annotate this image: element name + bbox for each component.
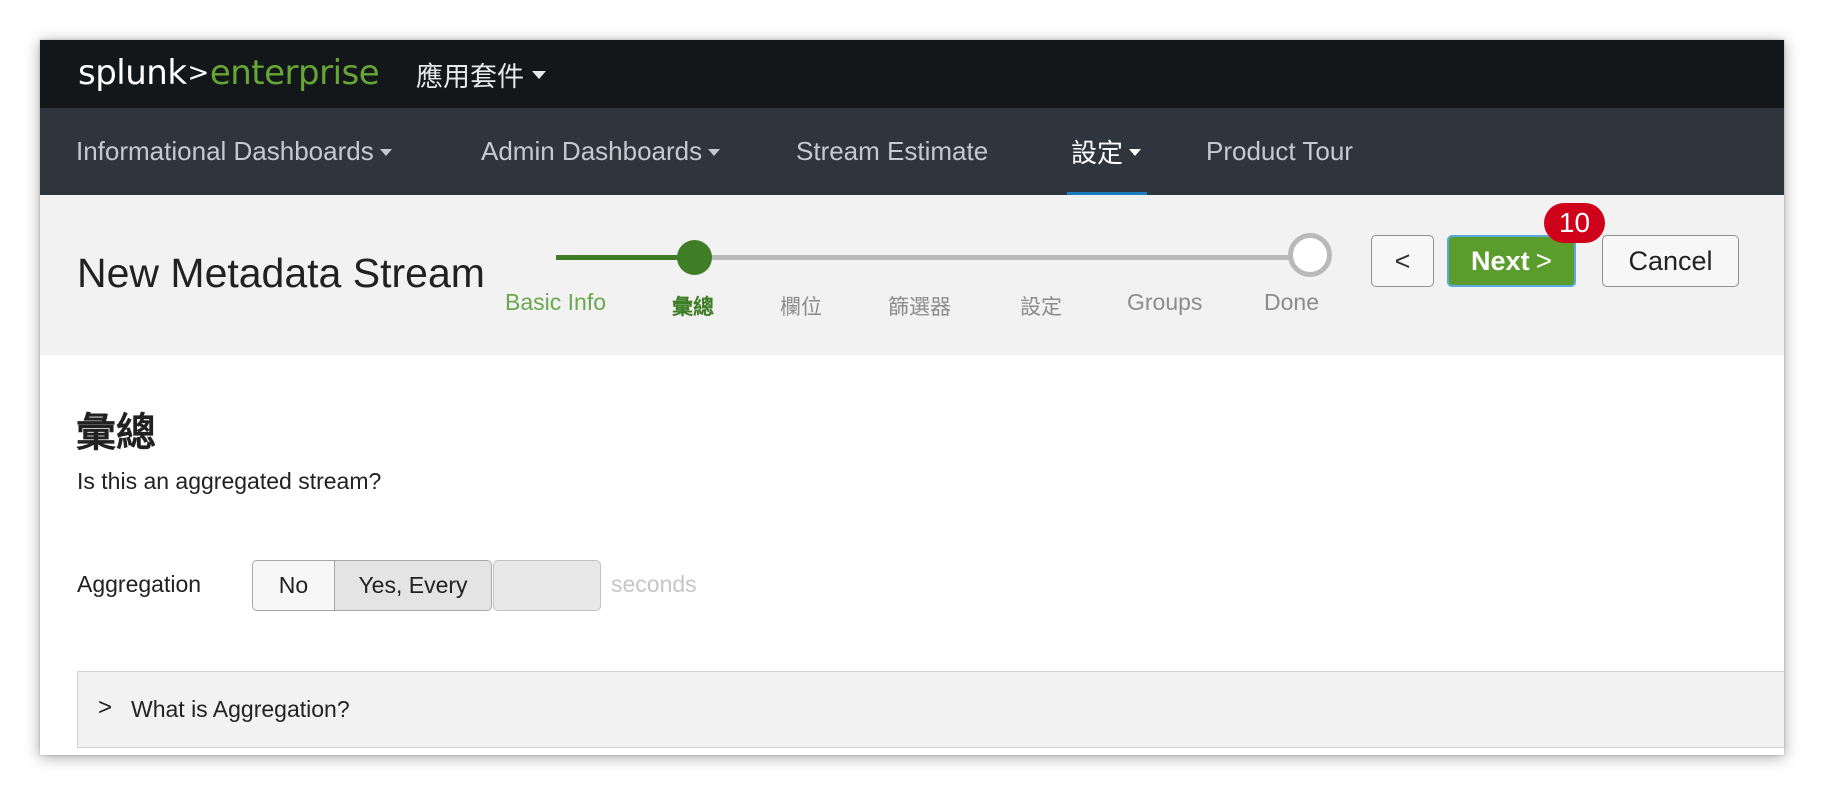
splunk-logo[interactable]: splunk>enterprise (78, 51, 380, 98)
page-title: New Metadata Stream (77, 250, 485, 296)
logo-chevron: > (187, 58, 210, 88)
seconds-input[interactable] (493, 560, 601, 611)
apps-menu[interactable]: 應用套件 (416, 40, 546, 108)
accordion-label: What is Aggregation? (131, 696, 350, 722)
seconds-unit-label: seconds (611, 571, 697, 597)
nav-item-label: Stream Estimate (796, 136, 989, 166)
aggregation-yes-option[interactable]: Yes, Every (334, 560, 492, 611)
aggregation-no-option[interactable]: No (252, 560, 335, 611)
step-progress-remaining (706, 255, 1318, 260)
step-aggregation[interactable]: 彙總 (672, 291, 714, 321)
nav-product-tour[interactable]: Product Tour (1206, 108, 1353, 195)
section-title: 彙總 (76, 410, 156, 456)
logo-enterprise-text: enterprise (209, 53, 380, 93)
what-is-aggregation-accordion[interactable]: > What is Aggregation? (77, 671, 1784, 748)
caret-down-icon (1129, 149, 1142, 156)
nav-informational-dashboards[interactable]: Informational Dashboards (76, 108, 392, 195)
nav-settings[interactable]: 設定 (1067, 108, 1147, 195)
step-settings: 設定 (1020, 295, 1062, 319)
next-button-label: Next (1471, 245, 1530, 276)
back-button[interactable]: < (1371, 235, 1434, 287)
final-step-dot (1288, 233, 1332, 277)
nav-item-label: 設定 (1071, 139, 1124, 169)
cancel-button[interactable]: Cancel (1602, 235, 1739, 287)
chevron-right-icon: > (98, 694, 113, 721)
nav-stream-estimate[interactable]: Stream Estimate (796, 108, 988, 195)
step-done: Done (1264, 289, 1319, 315)
nav-item-label: Informational Dashboards (76, 136, 374, 166)
step-basic-info[interactable]: Basic Info (505, 289, 606, 316)
app-nav-bar: Informational Dashboards Admin Dashboard… (40, 108, 1784, 195)
next-button[interactable]: Next > (1447, 235, 1576, 287)
caret-down-icon (708, 149, 721, 156)
logo-splunk-text: splunk (78, 53, 187, 93)
nav-admin-dashboards[interactable]: Admin Dashboards (481, 108, 721, 195)
caret-down-icon (532, 71, 546, 79)
nav-item-label: Product Tour (1206, 136, 1353, 166)
app-window: splunk>enterprise 應用套件 Informational Das… (40, 40, 1784, 755)
step-filters: 篩選器 (888, 295, 951, 319)
apps-menu-label: 應用套件 (416, 61, 524, 93)
aggregation-label: Aggregation (77, 571, 202, 597)
chevron-left-icon: < (1394, 245, 1411, 276)
nav-item-label: Admin Dashboards (481, 136, 703, 166)
current-step-dot (677, 240, 712, 275)
wizard-header: New Metadata Stream Basic Info 彙總 欄位 篩選器… (40, 195, 1784, 355)
step-badge: 10 (1544, 203, 1605, 243)
step-groups: Groups (1127, 289, 1203, 315)
top-bar: splunk>enterprise 應用套件 (40, 40, 1784, 108)
caret-down-icon (379, 149, 392, 156)
chevron-right-icon: > (1535, 245, 1552, 276)
step-fields: 欄位 (780, 295, 822, 319)
section-subtitle: Is this an aggregated stream? (77, 468, 382, 494)
